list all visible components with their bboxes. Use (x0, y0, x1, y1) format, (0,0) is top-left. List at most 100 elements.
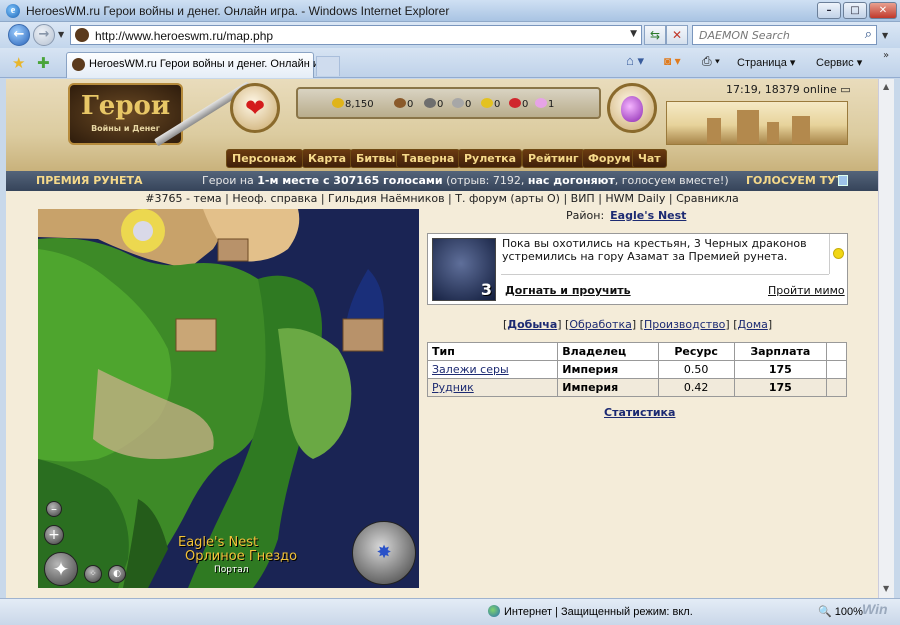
scroll-up-icon[interactable]: ▲ (883, 82, 889, 91)
page-menu[interactable]: Страница ▾ (737, 56, 795, 69)
address-toolbar: ← → ▼ http://www.heroeswm.ru/map.php ▼ ⇆… (0, 22, 900, 48)
security-zone[interactable]: Интернет | Защищенный режим: вкл. (488, 605, 693, 618)
dragon-count: 3 (480, 280, 492, 299)
vote-counter-icon[interactable] (838, 175, 848, 186)
search-placeholder: DAEMON Search (699, 29, 790, 42)
resource-ore: 0 (424, 98, 443, 110)
resource-gold: 8,150 (332, 98, 374, 110)
world-map[interactable]: – + ✦ ⁘ ◐ ✸ Eagle's Nest Орлиное Гнездо … (38, 209, 419, 588)
event-text: Пока вы охотились на крестьян, 3 Черных … (502, 237, 807, 263)
table-row[interactable]: Залежи серы Империя 0.50 175 (426, 360, 848, 379)
nav-rating[interactable]: Рейтинг (522, 149, 585, 168)
tools-menu[interactable]: Сервис ▾ (816, 56, 862, 69)
mercury-icon (452, 98, 464, 108)
resource-wood: 0 (394, 98, 413, 110)
address-dropdown-icon[interactable]: ▼ (630, 29, 637, 39)
nav-battles[interactable]: Битвы (350, 149, 402, 168)
ore-icon (424, 98, 436, 108)
search-field[interactable]: DAEMON Search ⌕ (692, 25, 877, 45)
map-settings-icon[interactable]: ⁘ (84, 565, 102, 583)
nav-map[interactable]: Карта (302, 149, 353, 168)
vote-message: Герои на 1-м месте с 307165 голосами (от… (202, 174, 729, 187)
tab-processing[interactable]: Обработка (569, 318, 631, 331)
search-icon[interactable]: ⌕ (865, 27, 872, 42)
nav-character[interactable]: Персонаж (226, 149, 303, 168)
tab-houses[interactable]: Дома (738, 318, 768, 331)
facility-type-link[interactable]: Рудник (426, 378, 559, 397)
nav-forum[interactable]: Форум (582, 149, 637, 168)
chase-link[interactable]: Догнать и проучить (505, 284, 631, 297)
add-favorite-icon[interactable]: ✚ (37, 54, 50, 72)
scroll-down-icon[interactable]: ▼ (883, 584, 889, 593)
minimize-button[interactable]: – (817, 2, 841, 19)
vote-here-link[interactable]: ГОЛОСУЕМ ТУТ (746, 174, 843, 187)
map-location-en: Eagle's Nest (178, 535, 259, 550)
black-dragon-image: 3 (432, 238, 496, 301)
back-button[interactable]: ← (8, 24, 30, 46)
event-panel: 3 Пока вы охотились на крестьян, 3 Черны… (427, 233, 848, 305)
tab-heroeswm[interactable]: HeroesWM.ru Герои войны и денег. Онлайн … (66, 52, 331, 78)
col-extra (825, 342, 848, 361)
pass-by-link[interactable]: Пройти мимо (768, 284, 845, 297)
forward-button[interactable]: → (33, 24, 55, 46)
status-bar: Интернет | Защищенный режим: вкл. 🔍 100%… (0, 598, 900, 625)
search-dropdown-icon[interactable]: ▼ (882, 31, 888, 40)
internet-globe-icon (488, 605, 500, 617)
district-link[interactable]: Eagle's Nest (610, 209, 686, 222)
gold-icon (332, 98, 344, 108)
history-dropdown-icon[interactable]: ▼ (58, 30, 64, 39)
facility-salary: 175 (733, 360, 827, 379)
facility-extra (825, 378, 848, 397)
online-monitor-icon: ▭ (840, 83, 851, 96)
table-row[interactable]: Рудник Империя 0.42 175 (426, 378, 848, 397)
district-label: Район: (566, 209, 605, 222)
mana-potion-icon (607, 83, 657, 133)
nav-tavern[interactable]: Таверна (396, 149, 461, 168)
event-status-dot-icon (833, 248, 844, 259)
refresh-button[interactable]: ⇆ (644, 25, 666, 45)
resource-crystals: 0 (509, 98, 528, 110)
print-icon[interactable]: ⎙ ▾ (702, 54, 720, 69)
rss-icon[interactable]: ◙ ▾ (664, 54, 681, 68)
vertical-scrollbar[interactable]: ▲ ▼ (878, 79, 894, 598)
health-heart-icon: ❤ (230, 83, 280, 133)
map-navigation-wheel[interactable]: ✸ (352, 521, 416, 585)
zoom-level[interactable]: 🔍 100% (818, 605, 863, 618)
chevron-more-icon[interactable]: » (883, 50, 889, 61)
statistics-link[interactable]: Статистика (604, 406, 675, 419)
nav-roulette[interactable]: Рулетка (458, 149, 523, 168)
home-icon[interactable]: ⌂ ▾ (626, 53, 644, 69)
gem-icon (535, 98, 547, 108)
resource-sulfur: 0 (481, 98, 500, 110)
tab-production[interactable]: Производство (644, 318, 725, 331)
sector-tabs: [Добыча] [Обработка] [Производство] [Дом… (503, 318, 773, 331)
wood-icon (394, 98, 406, 108)
premia-label[interactable]: ПРЕМИЯ РУНЕТА (36, 174, 143, 187)
resource-bar: 8,150 0 0 0 0 0 1 (296, 87, 601, 119)
server-clock: 17:19, 18379 online ▭ (726, 83, 851, 96)
vote-strip: ПРЕМИЯ РУНЕТА Герои на 1-м месте с 30716… (6, 171, 878, 191)
facility-salary: 175 (733, 378, 827, 397)
map-portal-label[interactable]: Портал (214, 565, 249, 575)
zoom-out-button[interactable]: – (46, 501, 62, 517)
community-links[interactable]: #3765 - тема | Неоф. справка | Гильдия Н… (6, 192, 878, 208)
zoom-in-button[interactable]: + (44, 525, 64, 545)
tab-mining[interactable]: Добыча (507, 318, 557, 331)
address-field[interactable]: http://www.heroeswm.ru/map.php ▼ (70, 25, 642, 45)
compass-icon[interactable]: ✦ (44, 552, 78, 586)
maximize-button[interactable]: □ (843, 2, 867, 19)
map-location-ru: Орлиное Гнездо (185, 549, 298, 564)
nav-chat[interactable]: Чат (632, 149, 667, 168)
close-button[interactable]: ✕ (869, 2, 897, 19)
district-heading: Район: Eagle's Nest (566, 209, 686, 222)
stop-button[interactable]: ✕ (666, 25, 688, 45)
address-url[interactable]: http://www.heroeswm.ru/map.php (95, 29, 273, 43)
sulfur-icon (481, 98, 493, 108)
map-globe-icon[interactable]: ◐ (108, 565, 126, 583)
new-tab-button[interactable] (316, 56, 340, 76)
facility-type-link[interactable]: Залежи серы (426, 360, 559, 379)
col-salary: Зарплата (733, 342, 827, 361)
ie-logo-icon: e (6, 4, 20, 18)
event-divider (501, 274, 829, 275)
favorites-star-icon[interactable]: ★ (12, 54, 25, 72)
